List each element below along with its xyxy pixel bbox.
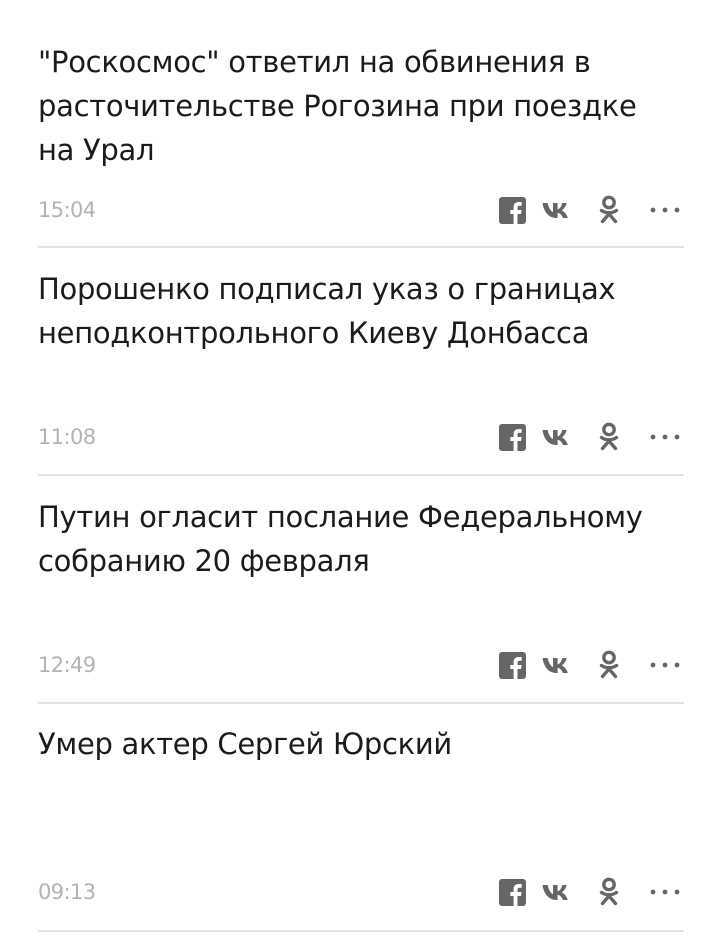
more-icon xyxy=(650,889,680,895)
facebook-icon xyxy=(498,423,526,451)
news-meta: 12:49 xyxy=(38,645,684,685)
share-bar xyxy=(498,195,684,224)
news-item: Порошенко подписал указ о границах непод… xyxy=(38,267,684,495)
news-time: 15:04 xyxy=(38,198,96,222)
more-icon xyxy=(650,207,680,213)
share-bar xyxy=(498,422,684,451)
news-meta: 11:08 xyxy=(38,417,684,457)
facebook-icon xyxy=(498,196,526,224)
more-button[interactable] xyxy=(648,196,682,224)
vk-icon xyxy=(542,885,568,900)
divider xyxy=(38,246,684,248)
facebook-share-button[interactable] xyxy=(498,196,526,224)
vk-share-button[interactable] xyxy=(542,878,578,906)
facebook-share-button[interactable] xyxy=(498,423,526,451)
more-icon xyxy=(650,434,680,440)
news-item: Умер актер Сергей Юрский 09:13 xyxy=(38,722,684,950)
vk-icon xyxy=(542,203,568,218)
news-item: "Роскосмос" ответил на обвинения в расто… xyxy=(38,40,684,268)
more-button[interactable] xyxy=(648,878,682,906)
news-meta: 15:04 xyxy=(38,190,684,230)
share-bar xyxy=(498,650,684,679)
news-headline[interactable]: Путин огласит послание Федеральному собр… xyxy=(38,495,678,583)
divider xyxy=(38,702,684,704)
news-headline[interactable]: "Роскосмос" ответил на обвинения в расто… xyxy=(38,40,678,172)
facebook-icon xyxy=(498,651,526,679)
more-button[interactable] xyxy=(648,651,682,679)
share-bar xyxy=(498,877,684,906)
odnoklassniki-icon xyxy=(599,422,619,451)
vk-share-button[interactable] xyxy=(542,196,578,224)
news-time: 09:13 xyxy=(38,880,96,904)
news-headline[interactable]: Порошенко подписал указ о границах непод… xyxy=(38,267,678,355)
odnoklassniki-icon xyxy=(599,195,619,224)
news-time: 12:49 xyxy=(38,653,96,677)
news-headline[interactable]: Умер актер Сергей Юрский xyxy=(38,722,678,766)
more-button[interactable] xyxy=(648,423,682,451)
facebook-share-button[interactable] xyxy=(498,651,526,679)
divider xyxy=(38,474,684,476)
odnoklassniki-share-button[interactable] xyxy=(598,877,620,906)
odnoklassniki-icon xyxy=(599,650,619,679)
news-feed: "Роскосмос" ответил на обвинения в расто… xyxy=(0,0,718,938)
news-meta: 09:13 xyxy=(38,872,684,912)
vk-share-button[interactable] xyxy=(542,423,578,451)
more-icon xyxy=(650,662,680,668)
facebook-share-button[interactable] xyxy=(498,878,526,906)
facebook-icon xyxy=(498,878,526,906)
odnoklassniki-icon xyxy=(599,877,619,906)
vk-icon xyxy=(542,658,568,673)
news-time: 11:08 xyxy=(38,425,96,449)
odnoklassniki-share-button[interactable] xyxy=(598,422,620,451)
divider xyxy=(38,930,684,932)
news-item: Путин огласит послание Федеральному собр… xyxy=(38,495,684,723)
vk-icon xyxy=(542,430,568,445)
odnoklassniki-share-button[interactable] xyxy=(598,650,620,679)
odnoklassniki-share-button[interactable] xyxy=(598,195,620,224)
vk-share-button[interactable] xyxy=(542,651,578,679)
